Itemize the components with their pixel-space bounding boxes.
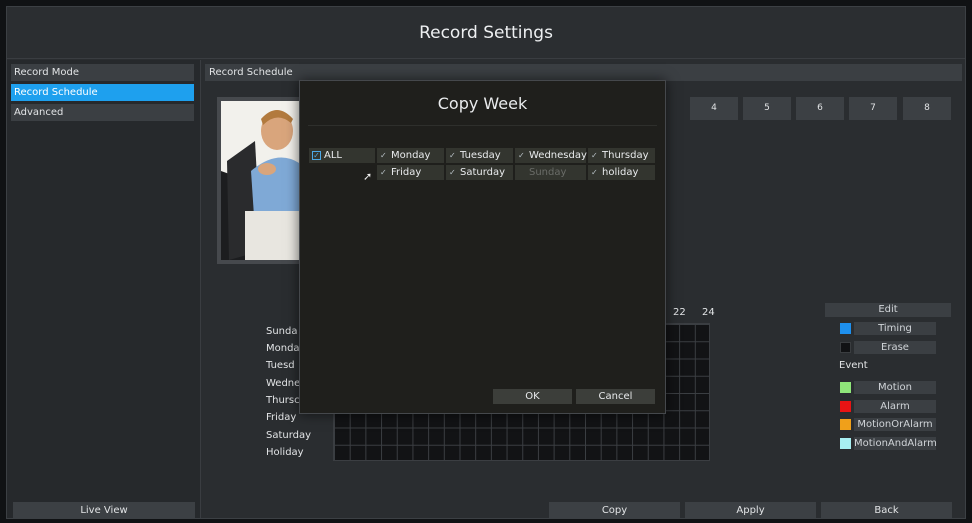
cancel-button[interactable]: Cancel: [576, 389, 655, 404]
motion-swatch[interactable]: [840, 382, 851, 393]
preview-image: [221, 101, 299, 260]
checkbox-sunday: Sunday: [515, 165, 586, 180]
channel-button-4[interactable]: 4: [690, 97, 738, 120]
day-label-saturday: Saturday: [266, 430, 312, 441]
channel-button-8[interactable]: 8: [903, 97, 951, 120]
ok-button[interactable]: OK: [493, 389, 572, 404]
hour-label-24: 24: [702, 307, 715, 318]
hour-label-22: 22: [673, 307, 686, 318]
erase-swatch[interactable]: [840, 342, 851, 353]
motion-and-alarm-button[interactable]: MotionAndAlarm: [854, 437, 937, 450]
person-image: [221, 101, 299, 260]
copy-week-dialog: [299, 80, 666, 414]
checkbox-tuesday[interactable]: ✓ Tuesday: [446, 148, 513, 163]
event-label: Event: [839, 360, 868, 371]
day-label-friday: Friday: [266, 412, 297, 423]
alarm-swatch[interactable]: [840, 401, 851, 412]
window-title: Record Settings: [419, 23, 553, 43]
erase-button[interactable]: Erase: [854, 341, 936, 354]
day-label-thursday: Thursc: [266, 395, 300, 406]
sidebar-item-record-mode[interactable]: Record Mode: [11, 64, 194, 81]
check-icon: ✓: [591, 168, 598, 177]
edit-button[interactable]: Edit: [825, 303, 951, 317]
checkbox-saturday[interactable]: ✓ Saturday: [446, 165, 513, 180]
checkbox-monday[interactable]: ✓ Monday: [377, 148, 444, 163]
checkbox-checked-icon: ✓: [312, 151, 321, 160]
mouse-cursor-icon: ➚: [363, 170, 373, 183]
day-label-monday: Monda: [266, 343, 300, 354]
channel-button-6[interactable]: 6: [796, 97, 844, 120]
timing-button[interactable]: Timing: [854, 322, 936, 335]
unchecked-box-icon: [518, 165, 526, 180]
checkbox-sunday-label: Sunday: [529, 167, 567, 178]
day-label-holiday: Holiday: [266, 447, 304, 458]
camera-preview: [217, 97, 303, 264]
dialog-title: Copy Week: [437, 94, 528, 113]
section-header: Record Schedule: [205, 64, 962, 81]
checkbox-all[interactable]: ✓ ALL: [309, 148, 375, 163]
back-button[interactable]: Back: [821, 502, 952, 519]
alarm-button[interactable]: Alarm: [854, 400, 936, 413]
checkbox-wednesday-label: Wednesday: [529, 150, 587, 161]
sidebar-item-record-schedule[interactable]: Record Schedule: [11, 84, 194, 101]
checkbox-thursday-label: Thursday: [602, 150, 649, 161]
dialog-divider: [308, 125, 657, 126]
checkbox-monday-label: Monday: [391, 150, 431, 161]
checkbox-thursday[interactable]: ✓ Thursday: [588, 148, 655, 163]
checkbox-holiday[interactable]: ✓ holiday: [588, 165, 655, 180]
sidebar-item-advanced[interactable]: Advanced: [11, 104, 194, 121]
checkbox-tuesday-label: Tuesday: [460, 150, 501, 161]
timing-swatch[interactable]: [840, 323, 851, 334]
apply-button[interactable]: Apply: [685, 502, 816, 519]
copy-button[interactable]: Copy: [549, 502, 680, 519]
checkbox-saturday-label: Saturday: [460, 167, 506, 178]
motion-and-alarm-swatch[interactable]: [840, 438, 851, 449]
channel-button-7[interactable]: 7: [849, 97, 897, 120]
motion-or-alarm-swatch[interactable]: [840, 419, 851, 430]
checkbox-wednesday[interactable]: ✓ Wednesday: [515, 148, 587, 163]
check-icon: ✓: [449, 168, 456, 177]
day-label-tuesday: Tuesd: [266, 360, 295, 371]
check-icon: ✓: [449, 151, 456, 160]
day-label-sunday: Sunda: [266, 326, 298, 337]
day-label-wednesday: Wedne: [266, 378, 301, 389]
channel-button-5[interactable]: 5: [743, 97, 791, 120]
checkbox-all-label: ALL: [324, 150, 342, 161]
check-icon: ✓: [380, 151, 387, 160]
motion-or-alarm-button[interactable]: MotionOrAlarm: [854, 418, 936, 431]
motion-button[interactable]: Motion: [854, 381, 936, 394]
checkbox-friday-label: Friday: [391, 167, 422, 178]
check-icon: ✓: [518, 151, 525, 160]
checkbox-friday[interactable]: ✓ Friday: [377, 165, 444, 180]
live-view-button[interactable]: Live View: [13, 502, 195, 519]
check-icon: ✓: [591, 151, 598, 160]
check-icon: ✓: [380, 168, 387, 177]
sidebar: [7, 60, 201, 518]
checkbox-holiday-label: holiday: [602, 167, 639, 178]
